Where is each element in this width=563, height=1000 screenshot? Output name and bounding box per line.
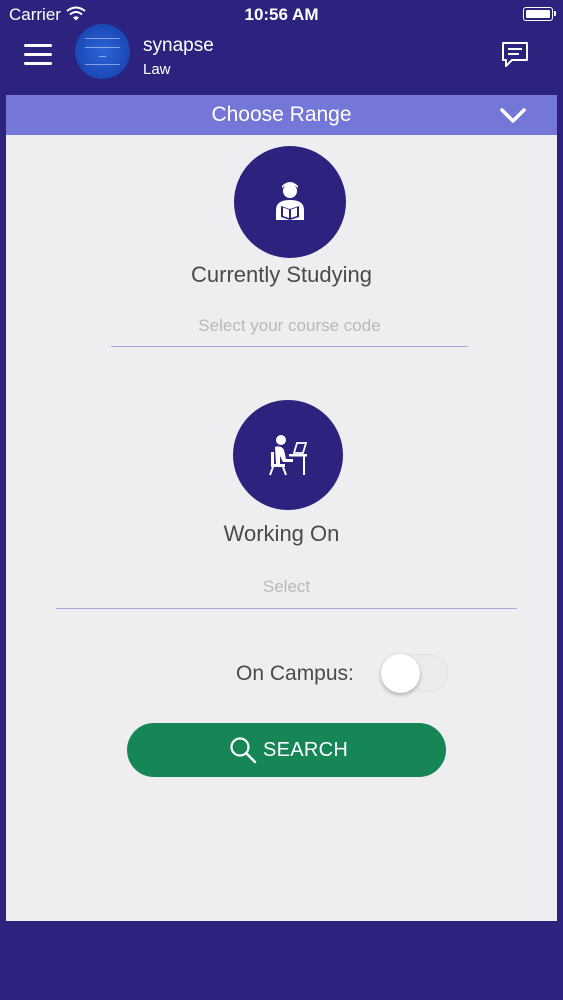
app-title: synapse: [143, 35, 214, 56]
working-on-underline: [56, 608, 517, 609]
student-reading-icon: [276, 182, 304, 220]
battery-icon: [523, 7, 556, 21]
clock: 10:56 AM: [244, 5, 319, 24]
search-button[interactable]: SEARCH: [127, 723, 446, 777]
app-logo: [75, 24, 130, 79]
choose-range-header[interactable]: Choose Range: [6, 95, 557, 135]
status-bar: Carrier 10:56 AM: [0, 0, 563, 30]
app-subtitle: Law: [143, 61, 171, 78]
on-campus-toggle[interactable]: [380, 653, 450, 693]
toggle-knob: [381, 654, 420, 693]
course-code-field[interactable]: [111, 310, 468, 347]
chat-bubble-icon[interactable]: [500, 40, 530, 70]
studying-icon-circle: [234, 146, 346, 258]
search-panel: Choose Range Currently Studying Select y…: [6, 95, 557, 921]
person-at-desk-icon: [269, 435, 308, 476]
course-code-input[interactable]: [111, 310, 468, 342]
hamburger-icon[interactable]: [24, 42, 52, 66]
studying-label: Currently Studying: [191, 262, 372, 287]
course-code-underline: [111, 346, 468, 347]
on-campus-label: On Campus:: [236, 662, 354, 685]
choose-range-title: Choose Range: [211, 103, 352, 126]
nav-bar: synapse Law: [0, 24, 563, 94]
working-icon-circle: [233, 400, 343, 510]
working-label: Working On: [223, 521, 340, 546]
search-button-label: SEARCH: [263, 739, 349, 761]
working-on-field[interactable]: [56, 571, 517, 609]
working-on-input[interactable]: [56, 571, 517, 603]
chevron-down-icon[interactable]: [498, 106, 528, 126]
magnifier-icon: [230, 737, 257, 764]
